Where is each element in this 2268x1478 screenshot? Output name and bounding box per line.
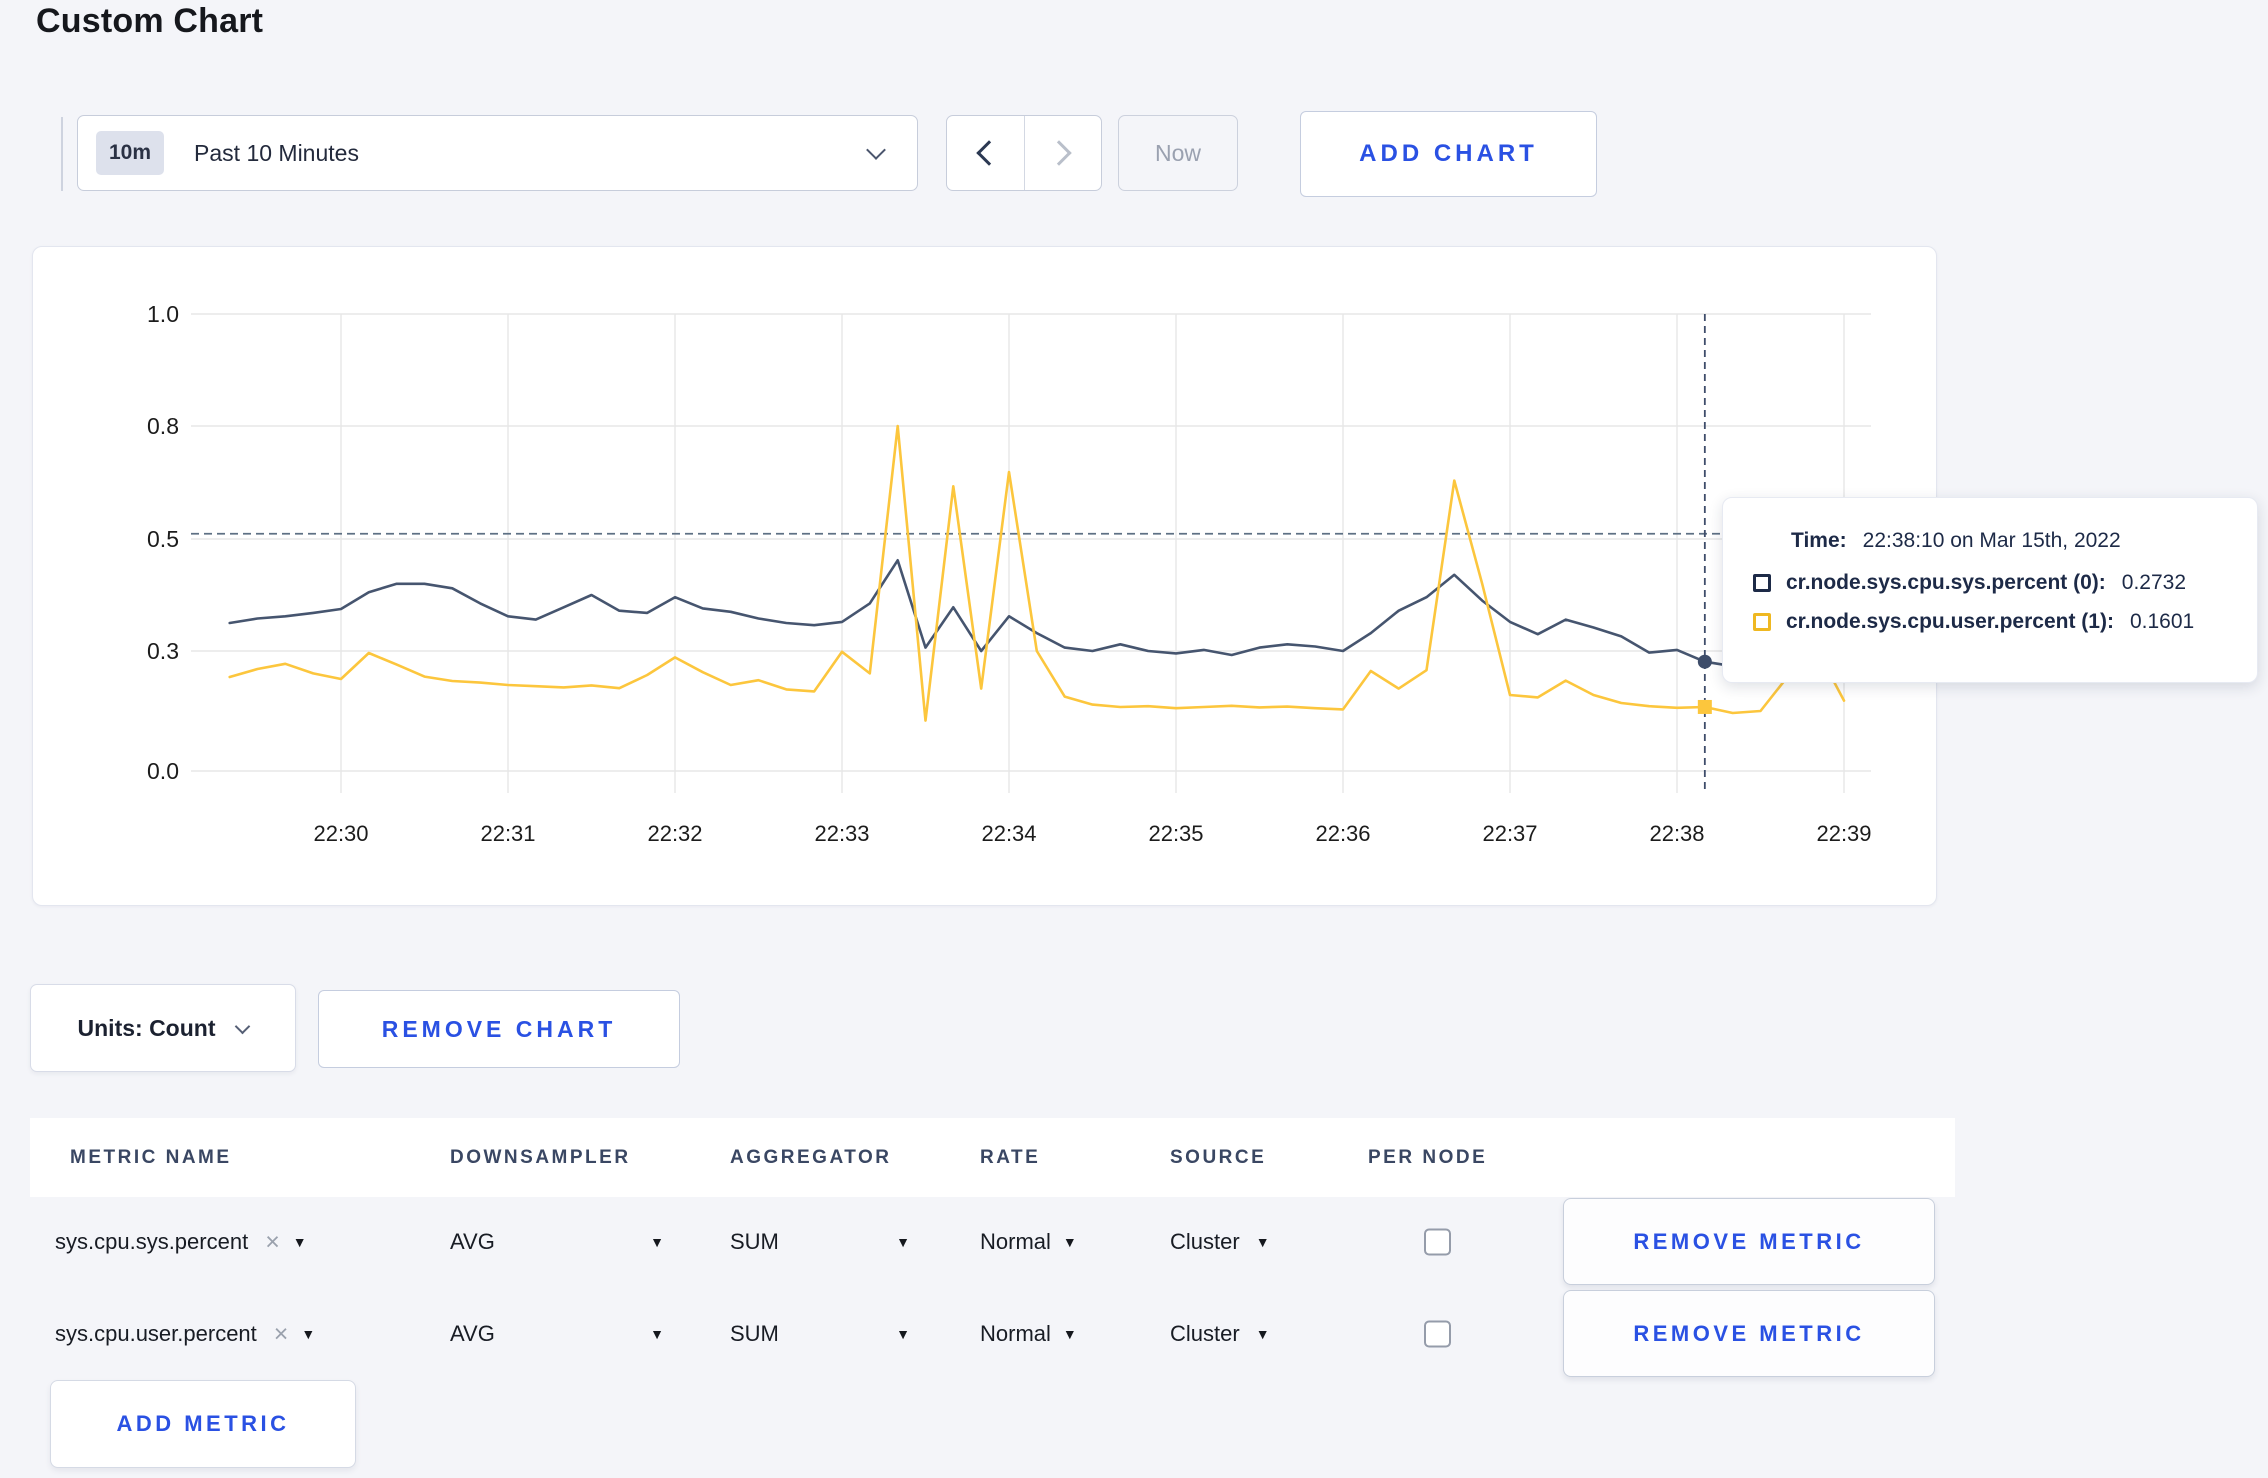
tooltip-time-row: Time: 22:38:10 on Mar 15th, 2022 — [1791, 529, 2257, 553]
y-axis-tick-label: 0.3 — [147, 638, 179, 664]
metric-name-value: sys.cpu.sys.percent — [55, 1229, 249, 1254]
rate-value: Normal — [980, 1321, 1051, 1346]
downsampler-value: AVG — [450, 1229, 495, 1254]
y-axis-tick-label: 0.8 — [147, 413, 179, 439]
column-header-aggregator: AGGREGATOR — [730, 1146, 892, 1168]
x-axis-tick-label: 22:39 — [1816, 821, 1871, 846]
metric-row: sys.cpu.sys.percent × ▼ AVG ▼ SUM ▼ Norm… — [30, 1198, 1955, 1286]
aggregator-select[interactable]: SUM ▼ — [730, 1321, 910, 1347]
clear-metric-icon[interactable]: × — [265, 1229, 280, 1255]
custom-chart-page: Custom Chart 10m Past 10 Minutes Now ADD… — [0, 0, 2268, 1478]
tooltip-time-label: Time: — [1791, 529, 1847, 552]
x-axis-tick-label: 22:37 — [1482, 821, 1537, 846]
tooltip-series-value: 0.2732 — [2121, 571, 2187, 594]
y-axis-tick-label: 0.0 — [147, 758, 179, 784]
column-header-metric-name: METRIC NAME — [70, 1146, 232, 1168]
caret-down-icon: ▼ — [1062, 1326, 1077, 1342]
aggregator-value: SUM — [730, 1321, 779, 1346]
chevron-right-icon — [1046, 140, 1072, 166]
x-axis-tick-label: 22:31 — [480, 821, 535, 846]
column-header-source: SOURCE — [1170, 1146, 1267, 1168]
now-button[interactable]: Now — [1118, 115, 1238, 191]
clear-metric-icon[interactable]: × — [274, 1321, 289, 1347]
add-metric-button[interactable]: ADD METRIC — [50, 1380, 356, 1468]
aggregator-value: SUM — [730, 1229, 779, 1254]
aggregator-select[interactable]: SUM ▼ — [730, 1229, 910, 1255]
remove-chart-button[interactable]: REMOVE CHART — [318, 990, 680, 1068]
caret-down-icon: ▼ — [650, 1234, 664, 1250]
time-range-label: Past 10 Minutes — [194, 139, 359, 166]
time-nav-group — [946, 115, 1102, 191]
caret-down-icon: ▼ — [896, 1326, 910, 1342]
tooltip-series-name: cr.node.sys.cpu.user.percent (1): — [1786, 610, 2114, 633]
metric-name-select[interactable]: sys.cpu.sys.percent × ▼ — [55, 1229, 307, 1255]
y-axis-tick-label: 1.0 — [147, 301, 179, 327]
x-axis-tick-label: 22:36 — [1315, 821, 1370, 846]
y-axis-tick-label: 0.5 — [147, 526, 179, 552]
metric-name-value: sys.cpu.user.percent — [55, 1321, 257, 1346]
caret-down-icon: ▼ — [301, 1326, 316, 1342]
x-axis-tick-label: 22:32 — [647, 821, 702, 846]
downsampler-select[interactable]: AVG ▼ — [450, 1229, 664, 1255]
source-value: Cluster — [1170, 1321, 1240, 1346]
chart-svg[interactable]: 0.0 0.3 0.5 0.8 1.0 22:30 22:31 22:32 22:33 22:34… — [33, 247, 1936, 905]
rate-value: Normal — [980, 1229, 1051, 1254]
x-axis-tick-label: 22:35 — [1148, 821, 1203, 846]
source-select[interactable]: Cluster ▼ — [1170, 1229, 1270, 1255]
next-time-button[interactable] — [1023, 116, 1102, 190]
tooltip-series-value: 0.1601 — [2129, 610, 2195, 633]
metric-name-select[interactable]: sys.cpu.user.percent × ▼ — [55, 1321, 315, 1347]
remove-metric-button[interactable]: REMOVE METRIC — [1563, 1290, 1935, 1377]
tooltip-series-row: cr.node.sys.cpu.user.percent (1): 0.1601 — [1753, 610, 2257, 634]
caret-down-icon: ▼ — [1255, 1326, 1270, 1342]
x-axis-tick-label: 22:33 — [814, 821, 869, 846]
rate-select[interactable]: Normal ▼ — [980, 1321, 1077, 1347]
column-header-downsampler: DOWNSAMPLER — [450, 1146, 631, 1168]
add-chart-button[interactable]: ADD CHART — [1300, 111, 1597, 197]
time-range-badge: 10m — [96, 131, 165, 175]
chevron-down-icon — [866, 139, 886, 160]
x-axis-tick-label: 22:34 — [981, 821, 1036, 846]
chart-tooltip: Time: 22:38:10 on Mar 15th, 2022 cr.node.… — [1722, 497, 2258, 683]
time-range-dropdown[interactable]: 10m Past 10 Minutes — [77, 115, 918, 191]
x-axis-tick-label: 22:30 — [313, 821, 368, 846]
series-swatch-sys-icon — [1753, 574, 1771, 592]
units-dropdown[interactable]: Units: Count — [30, 984, 296, 1072]
downsampler-select[interactable]: AVG ▼ — [450, 1321, 664, 1347]
per-node-checkbox[interactable] — [1424, 1228, 1451, 1256]
series-line-cr.node.sys.cpu.user.percent — [228, 424, 1846, 722]
units-label: Units: Count — [77, 1014, 216, 1041]
tooltip-series-name: cr.node.sys.cpu.sys.percent (0): — [1786, 571, 2106, 594]
column-header-rate: RATE — [980, 1146, 1041, 1168]
downsampler-value: AVG — [450, 1321, 495, 1346]
per-node-checkbox[interactable] — [1424, 1320, 1451, 1348]
metrics-table-header: METRIC NAME DOWNSAMPLER AGGREGATOR RATE … — [30, 1118, 1955, 1197]
remove-metric-button[interactable]: REMOVE METRIC — [1563, 1198, 1935, 1285]
caret-down-icon: ▼ — [1062, 1234, 1077, 1250]
caret-down-icon: ▼ — [292, 1234, 307, 1250]
source-value: Cluster — [1170, 1229, 1240, 1254]
rate-select[interactable]: Normal ▼ — [980, 1229, 1077, 1255]
hover-point-cr.node.sys.cpu.user.percent — [1697, 699, 1712, 714]
tooltip-time-value: 22:38:10 on Mar 15th, 2022 — [1862, 529, 2121, 552]
chart-card: 0.0 0.3 0.5 0.8 1.0 22:30 22:31 22:32 22:33 22:34… — [32, 246, 1937, 906]
prev-time-button[interactable] — [947, 116, 1024, 190]
page-title: Custom Chart — [36, 2, 264, 40]
column-header-per-node: PER NODE — [1368, 1146, 1488, 1168]
toolbar-divider — [61, 117, 63, 191]
caret-down-icon: ▼ — [1255, 1234, 1270, 1250]
chevron-down-icon — [235, 1018, 251, 1034]
tooltip-series-row: cr.node.sys.cpu.sys.percent (0): 0.2732 — [1753, 571, 2257, 595]
source-select[interactable]: Cluster ▼ — [1170, 1321, 1270, 1347]
caret-down-icon: ▼ — [650, 1326, 664, 1342]
chevron-left-icon — [976, 140, 1002, 166]
x-axis-tick-label: 22:38 — [1649, 821, 1704, 846]
metric-row: sys.cpu.user.percent × ▼ AVG ▼ SUM ▼ Nor… — [30, 1290, 1955, 1378]
series-swatch-user-icon — [1753, 613, 1771, 631]
hover-point-cr.node.sys.cpu.sys.percent — [1697, 654, 1712, 669]
caret-down-icon: ▼ — [896, 1234, 910, 1250]
